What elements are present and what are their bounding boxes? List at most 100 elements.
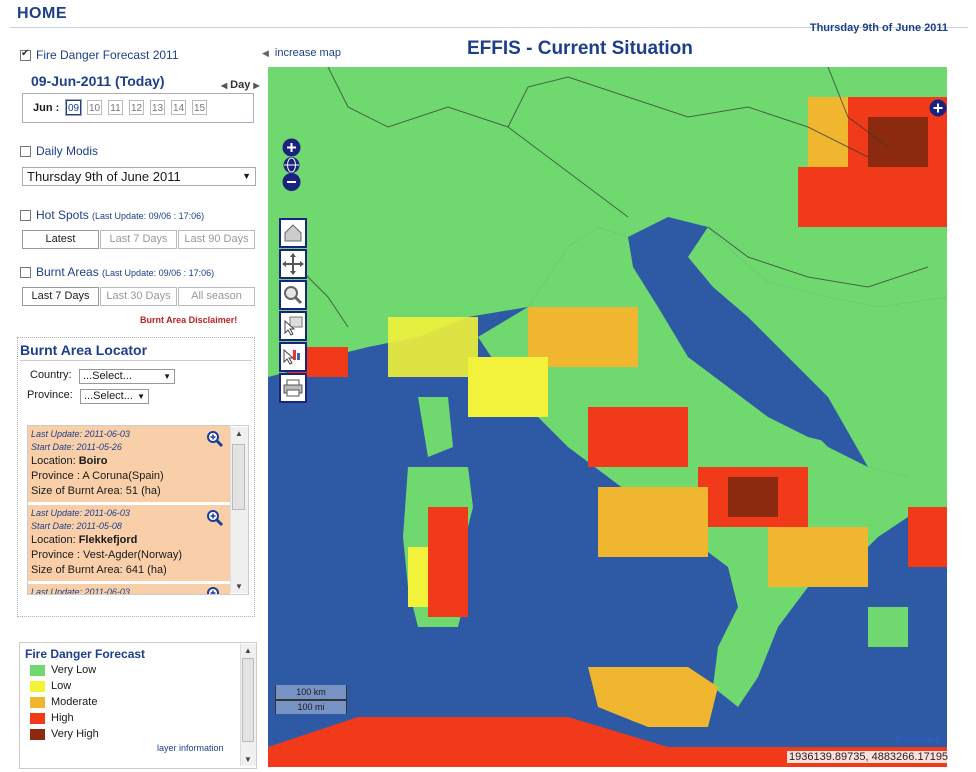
hot-spots-latest-button[interactable]: Latest bbox=[22, 230, 99, 249]
locator-divider bbox=[20, 360, 252, 361]
daily-modis-toggle[interactable]: Daily Modis bbox=[20, 144, 98, 158]
legend-title: Fire Danger Forecast bbox=[25, 647, 146, 661]
legend-swatch bbox=[30, 713, 45, 724]
record-last-update: Last Update: 2011-06-03 bbox=[31, 508, 130, 518]
day-nav-label: Day bbox=[230, 79, 251, 91]
list-item[interactable]: Last Update: 2011-06-03 Start Date: 2011… bbox=[28, 426, 230, 502]
day-chip[interactable]: 11 bbox=[108, 100, 123, 115]
record-size: Size of Burnt Area: 51 (ha) bbox=[31, 485, 161, 497]
daily-modis-checkbox[interactable] bbox=[20, 146, 31, 157]
zoom-to-icon[interactable] bbox=[206, 509, 224, 527]
legend-pointer-button[interactable] bbox=[279, 342, 307, 372]
scale-bar: 100 km 100 mi bbox=[275, 685, 347, 715]
record-location: Location: Boiro bbox=[31, 454, 230, 469]
increase-map-link[interactable]: ◀ increase map bbox=[262, 47, 341, 59]
burnt-season-button[interactable]: All season bbox=[178, 287, 255, 306]
info-pointer-icon bbox=[284, 316, 303, 336]
scale-km: 100 km bbox=[275, 685, 347, 700]
hot-spots-checkbox[interactable] bbox=[20, 210, 31, 221]
day-chip[interactable]: 10 bbox=[87, 100, 102, 115]
hot-spots-toggle[interactable]: Hot Spots (Last Update: 09/06 : 17:06) bbox=[20, 208, 204, 222]
scroll-up-icon[interactable]: ▲ bbox=[244, 646, 252, 655]
burnt-area-list[interactable]: Last Update: 2011-06-03 Start Date: 2011… bbox=[27, 425, 249, 595]
zoom-bar bbox=[282, 138, 301, 191]
hot-spots-label: Hot Spots bbox=[36, 208, 89, 222]
legend-swatch bbox=[30, 729, 45, 740]
fire-danger-toggle[interactable]: Fire Danger Forecast 2011 bbox=[20, 48, 179, 62]
modis-date-select[interactable]: Thursday 9th of June 2011 ▼ bbox=[22, 167, 256, 186]
chevron-down-icon: ▼ bbox=[242, 171, 251, 181]
forecast-date: 09-Jun-2011 (Today) bbox=[31, 73, 165, 89]
house-icon bbox=[284, 224, 302, 242]
legend-label: Very High bbox=[51, 728, 99, 740]
day-navigator[interactable]: ◀ Day ▶ bbox=[218, 79, 263, 91]
identify-button[interactable] bbox=[279, 311, 307, 341]
record-size: Size of Burnt Area: 641 (ha) bbox=[31, 564, 167, 576]
province-select[interactable]: ...Select... ▼ bbox=[80, 389, 149, 404]
day-chip[interactable]: 09 bbox=[66, 100, 81, 115]
permalink-link[interactable]: Permalink bbox=[896, 735, 940, 746]
pan-button[interactable] bbox=[279, 249, 307, 279]
day-chip[interactable]: 14 bbox=[171, 100, 186, 115]
print-button[interactable] bbox=[279, 373, 307, 403]
day-chip[interactable]: 12 bbox=[129, 100, 144, 115]
list-item[interactable]: Last Update: 2011-06-03 Start Date: 2011… bbox=[28, 505, 230, 581]
country-value: ...Select... bbox=[83, 370, 132, 382]
burnt-area-disclaimer-link[interactable]: Burnt Area Disclaimer! bbox=[140, 315, 237, 325]
zoom-to-icon[interactable] bbox=[206, 586, 224, 595]
burnt-areas-toggle[interactable]: Burnt Areas (Last Update: 09/06 : 17:06) bbox=[20, 265, 214, 279]
zoom-to-icon[interactable] bbox=[206, 430, 224, 448]
burnt-areas-update: (Last Update: 09/06 : 17:06) bbox=[102, 268, 215, 278]
scroll-up-icon[interactable]: ▲ bbox=[235, 429, 243, 438]
legend-swatch bbox=[30, 697, 45, 708]
record-last-update: Last Update: 2011-06-03 bbox=[31, 429, 130, 439]
zoom-box-button[interactable] bbox=[279, 280, 307, 310]
list-item[interactable]: Last Update: 2011-06-03 bbox=[28, 584, 230, 595]
legend-label: High bbox=[51, 712, 74, 724]
collapse-arrow-icon: ◀ bbox=[262, 48, 269, 58]
pan-arrows-icon bbox=[282, 253, 304, 275]
legend-swatch bbox=[30, 665, 45, 676]
legend-label: Low bbox=[51, 680, 72, 692]
map-title: EFFIS - Current Situation bbox=[467, 38, 693, 59]
hot-spots-90days-button[interactable]: Last 90 Days bbox=[178, 230, 255, 249]
layer-information-link[interactable]: layer information bbox=[157, 743, 224, 753]
modis-date-value: Thursday 9th of June 2011 bbox=[27, 169, 181, 184]
country-select[interactable]: ...Select... ▼ bbox=[79, 369, 175, 384]
hot-spots-7days-button[interactable]: Last 7 Days bbox=[100, 230, 177, 249]
hot-spots-update: (Last Update: 09/06 : 17:06) bbox=[92, 211, 205, 221]
burnt-30days-button[interactable]: Last 30 Days bbox=[100, 287, 177, 306]
home-link[interactable]: HOME bbox=[17, 5, 67, 23]
record-last-update: Last Update: 2011-06-03 bbox=[31, 587, 130, 595]
burnt-areas-checkbox[interactable] bbox=[20, 267, 31, 278]
layer-switcher-icon[interactable] bbox=[929, 99, 947, 117]
list-scrollbar-thumb[interactable] bbox=[232, 444, 245, 510]
scroll-down-icon[interactable]: ▼ bbox=[244, 755, 252, 764]
record-location: Location: Flekkefjord bbox=[31, 533, 230, 548]
legend-scrollbar[interactable]: ▲ ▼ bbox=[240, 644, 256, 766]
scroll-down-icon[interactable]: ▼ bbox=[235, 582, 243, 591]
fire-danger-checkbox[interactable] bbox=[20, 48, 31, 61]
chevron-down-icon: ▼ bbox=[137, 392, 145, 401]
record-location-prefix: Location: bbox=[31, 534, 79, 546]
fire-danger-label: Fire Danger Forecast 2011 bbox=[36, 48, 179, 62]
record-location-name: Flekkefjord bbox=[78, 534, 138, 546]
map-canvas[interactable] bbox=[268, 67, 947, 767]
home-extent-button[interactable] bbox=[279, 218, 307, 248]
burnt-areas-label: Burnt Areas bbox=[36, 265, 99, 279]
record-location-prefix: Location: bbox=[31, 455, 79, 467]
next-day-icon[interactable]: ▶ bbox=[253, 81, 259, 90]
record-province: Province : A Coruna(Spain) bbox=[31, 470, 164, 482]
day-chip[interactable]: 13 bbox=[150, 100, 165, 115]
burnt-7days-button[interactable]: Last 7 Days bbox=[22, 287, 99, 306]
record-start-date: Start Date: 2011-05-08 bbox=[31, 521, 122, 531]
country-label: Country: bbox=[30, 369, 72, 381]
legend-swatch bbox=[30, 681, 45, 692]
mouse-coordinates: 1936139.89735, 4883266.17195 bbox=[787, 751, 951, 763]
day-chip[interactable]: 15 bbox=[192, 100, 207, 115]
previous-day-icon[interactable]: ◀ bbox=[221, 81, 227, 90]
daily-modis-label: Daily Modis bbox=[36, 144, 99, 158]
scale-mi: 100 mi bbox=[275, 700, 347, 714]
legend-scrollbar-thumb[interactable] bbox=[242, 658, 254, 742]
record-province: Province : Vest-Agder(Norway) bbox=[31, 549, 182, 561]
